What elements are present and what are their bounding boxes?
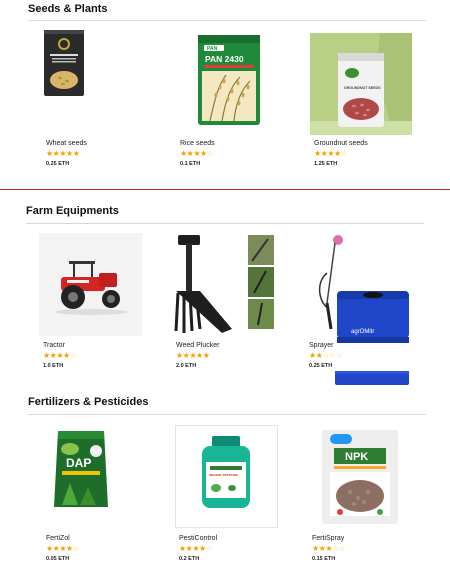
star-filled-icon: ★ xyxy=(312,544,319,553)
red-tractor-icon[interactable] xyxy=(39,233,142,336)
section-title-fertilizers: Fertilizers & Pesticides xyxy=(28,396,149,408)
groundnut-seed-pouch-icon[interactable]: GROUNDNUT SEEDS xyxy=(310,33,412,135)
rating-stars: ★★☆☆☆ xyxy=(309,351,343,360)
product-price: 2.0 ETH xyxy=(176,363,197,369)
section-title-seeds: Seeds & Plants xyxy=(28,3,108,15)
section-title-equipments: Farm Equipments xyxy=(26,205,119,217)
pack-label: NPK xyxy=(345,451,368,463)
star-filled-icon: ★ xyxy=(59,149,67,158)
sprayer-brand: agrOMitr xyxy=(351,329,374,335)
star-empty-icon: ☆ xyxy=(69,351,77,360)
product-price: 0.2 ETH xyxy=(179,556,200,562)
product-name[interactable]: Wheat seeds xyxy=(46,140,87,147)
star-empty-icon: ☆ xyxy=(335,351,343,360)
product-price: 0.05 ETH xyxy=(46,556,70,562)
product-price: 0.1 ETH xyxy=(180,161,201,167)
product-name[interactable]: Rice seeds xyxy=(180,140,215,147)
star-filled-icon: ★ xyxy=(199,544,206,553)
star-filled-icon: ★ xyxy=(202,351,210,360)
star-empty-icon: ☆ xyxy=(329,351,336,360)
star-filled-icon: ★ xyxy=(46,544,53,553)
product-price: 1.0 ETH xyxy=(43,363,64,369)
star-filled-icon: ★ xyxy=(63,351,70,360)
rating-stars: ★★★★☆ xyxy=(46,544,80,553)
rating-stars: ★★★☆☆ xyxy=(312,544,346,553)
star-filled-icon: ★ xyxy=(309,351,316,360)
product-price: 1.25 ETH xyxy=(314,161,338,167)
wheat-seed-pack-icon[interactable] xyxy=(42,30,86,96)
star-filled-icon: ★ xyxy=(43,351,50,360)
section-separator xyxy=(0,189,450,190)
star-filled-icon: ★ xyxy=(176,351,183,360)
product-price: 0.25 ETH xyxy=(309,363,333,369)
star-filled-icon: ★ xyxy=(327,149,335,158)
product-name[interactable]: FertiZol xyxy=(46,535,70,542)
rating-stars: ★★★★☆ xyxy=(314,149,348,158)
star-filled-icon: ★ xyxy=(193,149,201,158)
pack-label: DAP xyxy=(66,456,91,470)
star-filled-icon: ★ xyxy=(192,544,200,553)
star-filled-icon: ★ xyxy=(72,149,80,158)
star-empty-icon: ☆ xyxy=(322,351,330,360)
pack-label: ORGANIC PESTICIDE xyxy=(209,473,238,477)
star-filled-icon: ★ xyxy=(180,149,187,158)
star-filled-icon: ★ xyxy=(325,544,333,553)
star-filled-icon: ★ xyxy=(334,149,341,158)
npk-fertilizer-bag-icon[interactable]: NPK xyxy=(320,428,400,526)
rice-seed-pack-icon[interactable]: PAN PAN 2430 xyxy=(196,33,262,127)
product-price: 0.25 ETH xyxy=(46,161,70,167)
weed-plucker-tool-icon[interactable] xyxy=(172,233,276,339)
rating-stars: ★★★★☆ xyxy=(180,149,214,158)
product-name[interactable]: FertiSpray xyxy=(312,535,344,542)
star-filled-icon: ★ xyxy=(46,149,53,158)
star-empty-icon: ☆ xyxy=(72,544,80,553)
product-name[interactable]: Weed Plucker xyxy=(176,342,219,349)
pack-label: GROUNDNUT SEEDS xyxy=(344,86,381,90)
star-filled-icon: ★ xyxy=(179,544,186,553)
product-name[interactable]: Sprayer xyxy=(309,342,334,349)
product-name[interactable]: Groundnut seeds xyxy=(314,140,368,147)
dap-fertilizer-bag-icon[interactable]: DAP xyxy=(52,427,110,511)
section-divider xyxy=(28,414,426,415)
star-filled-icon: ★ xyxy=(66,149,73,158)
product-price: 0.15 ETH xyxy=(312,556,336,562)
product-name[interactable]: PestiControl xyxy=(179,535,217,542)
star-empty-icon: ☆ xyxy=(338,544,346,553)
star-filled-icon: ★ xyxy=(56,351,64,360)
product-name[interactable]: Tractor xyxy=(43,342,65,349)
rating-stars: ★★★★☆ xyxy=(179,544,213,553)
star-empty-icon: ☆ xyxy=(206,149,214,158)
section-divider xyxy=(28,20,426,21)
star-empty-icon: ☆ xyxy=(340,149,348,158)
star-empty-icon: ☆ xyxy=(332,544,339,553)
star-empty-icon: ☆ xyxy=(205,544,213,553)
star-filled-icon: ★ xyxy=(59,544,67,553)
star-filled-icon: ★ xyxy=(196,351,203,360)
rating-stars: ★★★★☆ xyxy=(43,351,77,360)
star-filled-icon: ★ xyxy=(189,351,197,360)
rating-stars: ★★★★★ xyxy=(176,351,210,360)
star-filled-icon: ★ xyxy=(200,149,207,158)
pack-label: PAN 2430 xyxy=(205,54,244,64)
star-filled-icon: ★ xyxy=(314,149,321,158)
pack-brand: PAN xyxy=(207,46,218,52)
pesticide-bottle-icon[interactable]: ORGANIC PESTICIDE xyxy=(175,425,278,528)
star-filled-icon: ★ xyxy=(66,544,73,553)
section-divider xyxy=(26,223,424,224)
rating-stars: ★★★★★ xyxy=(46,149,80,158)
